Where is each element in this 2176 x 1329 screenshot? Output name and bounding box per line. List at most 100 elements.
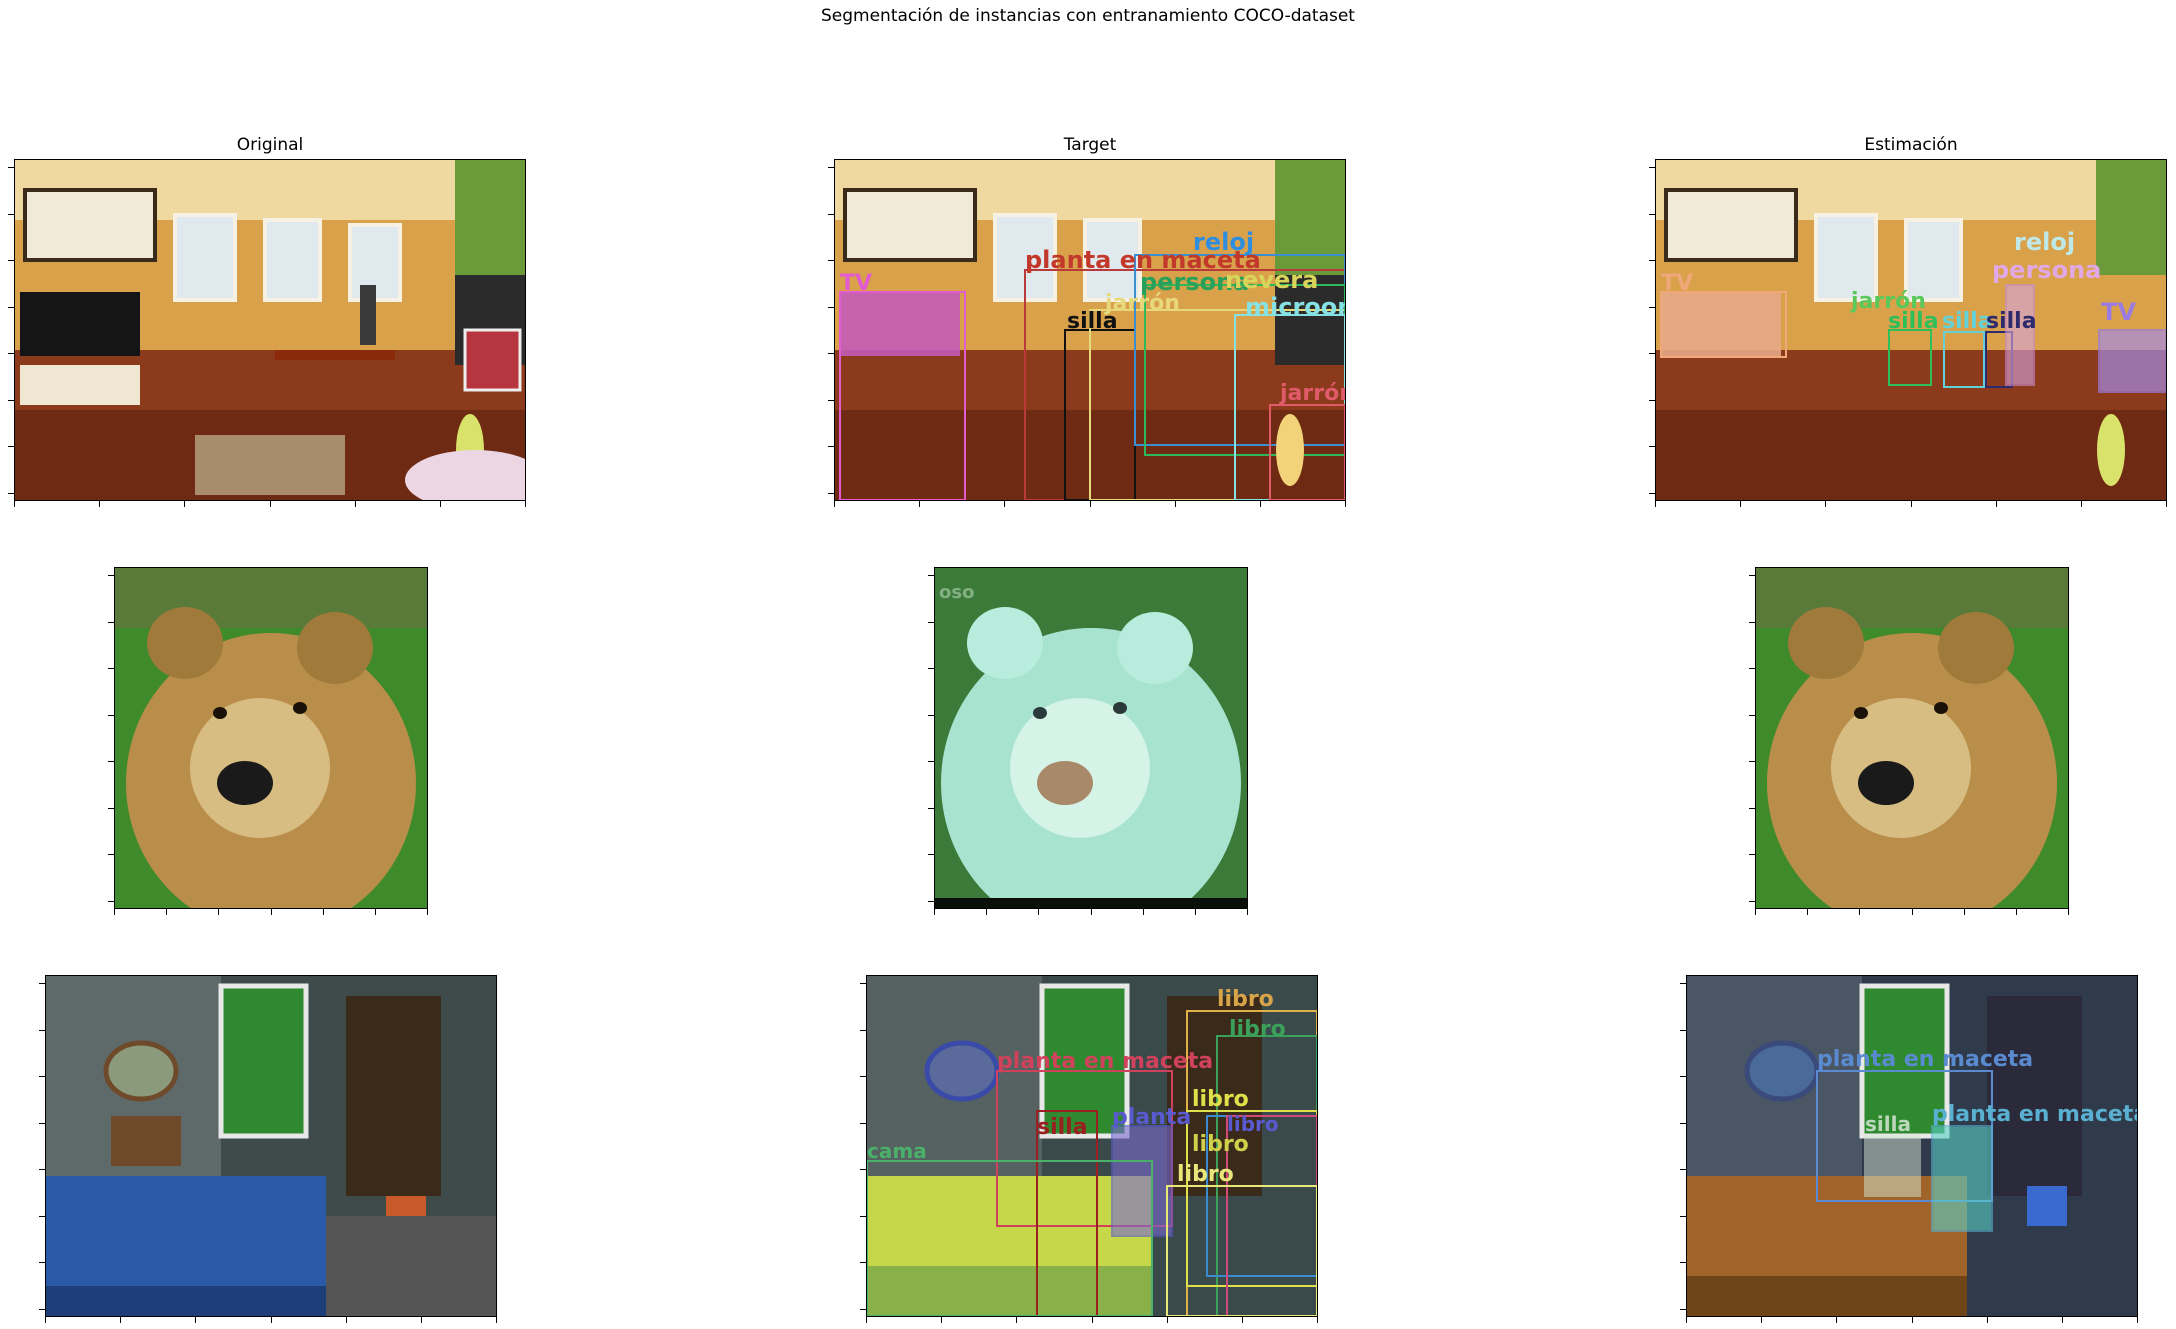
x-tick — [2080, 501, 2082, 507]
y-tick — [1680, 1029, 1686, 1031]
living-room-image — [15, 160, 525, 500]
y-tick — [8, 213, 14, 215]
x-tick — [14, 501, 15, 507]
est-label-silla-2: silla — [1942, 309, 1993, 334]
y-tick — [1649, 306, 1655, 308]
figure: Segmentación de instancias con entranami… — [0, 0, 2176, 1329]
target-label-tv: TV — [840, 271, 872, 296]
x-tick — [114, 909, 115, 915]
x-tick — [934, 909, 935, 915]
y-tick — [1649, 213, 1655, 215]
y-tick — [928, 668, 934, 670]
x-tick — [195, 1317, 197, 1323]
x-tick — [1247, 909, 1248, 915]
x-tick — [1911, 909, 1913, 915]
x-tick — [1686, 1317, 1687, 1323]
x-tick — [1142, 909, 1144, 915]
y-tick — [8, 167, 14, 168]
x-tick — [1807, 909, 1809, 915]
target-label-silla: silla — [1037, 1115, 1088, 1140]
panel-original-bedroom — [45, 975, 497, 1317]
bear-image — [115, 568, 427, 908]
y-tick — [828, 446, 834, 448]
bedroom-target: libro libro planta en maceta libro silla… — [867, 976, 1317, 1316]
target-label-oso: oso — [939, 582, 974, 603]
x-tick — [1755, 909, 1756, 915]
y-tick — [8, 493, 14, 494]
y-tick — [39, 1215, 45, 1217]
target-label-silla: silla — [1067, 309, 1118, 334]
target-label-nevera: nevera — [1225, 266, 1318, 294]
column-title-original: Original — [236, 135, 304, 155]
x-tick — [420, 1317, 422, 1323]
panel-estimacion-bear — [1755, 567, 2069, 909]
x-tick — [1174, 501, 1176, 507]
living-room-target: TV planta en maceta reloj persona nevera… — [835, 160, 1345, 500]
x-tick — [1004, 501, 1006, 507]
panel-target-bedroom: libro libro planta en maceta libro silla… — [866, 975, 1318, 1317]
y-tick — [39, 1262, 45, 1264]
target-label-libro-1: libro — [1217, 987, 1274, 1012]
x-tick — [1740, 501, 1742, 507]
x-tick — [525, 501, 526, 507]
y-tick — [1749, 714, 1755, 716]
panel-estimacion-bedroom: planta en maceta silla planta en maceta — [1686, 975, 2138, 1317]
y-tick — [108, 668, 114, 670]
x-tick — [354, 501, 356, 507]
x-tick — [1317, 1317, 1318, 1323]
target-label-jarron-2: jarrón — [1279, 381, 1345, 406]
y-tick — [860, 1262, 866, 1264]
y-tick — [928, 714, 934, 716]
est-label-planta-2: planta en maceta — [1932, 1102, 2137, 1127]
y-tick — [928, 621, 934, 623]
y-tick — [1680, 1122, 1686, 1124]
y-tick — [1680, 1309, 1686, 1310]
y-tick — [860, 1122, 866, 1124]
bear-estimacion — [1756, 568, 2068, 908]
y-tick — [39, 1309, 45, 1310]
y-tick — [928, 807, 934, 809]
y-tick — [108, 714, 114, 716]
y-tick — [1749, 761, 1755, 763]
panel-target-living-room: TV planta en maceta reloj persona nevera… — [834, 159, 1346, 501]
y-tick — [1680, 1076, 1686, 1078]
y-tick — [928, 854, 934, 856]
y-tick — [1749, 901, 1755, 902]
x-tick — [374, 909, 376, 915]
x-tick — [322, 909, 324, 915]
x-tick — [941, 1317, 943, 1323]
x-tick — [166, 909, 168, 915]
y-tick — [108, 807, 114, 809]
x-tick — [834, 501, 835, 507]
y-tick — [828, 493, 834, 494]
x-tick — [1259, 501, 1261, 507]
y-tick — [8, 306, 14, 308]
x-tick — [1655, 501, 1656, 507]
y-tick — [1749, 668, 1755, 670]
y-tick — [860, 983, 866, 984]
y-tick — [828, 213, 834, 215]
y-tick — [8, 260, 14, 262]
x-tick — [218, 909, 220, 915]
figure-suptitle: Segmentación de instancias con entranami… — [821, 6, 1355, 26]
x-tick — [270, 1317, 272, 1323]
est-label-persona: persona — [1992, 256, 2101, 284]
est-label-reloj: reloj — [2014, 228, 2075, 256]
target-label-planta: planta en maceta — [997, 1049, 1213, 1074]
y-tick — [828, 306, 834, 308]
x-tick — [439, 501, 441, 507]
x-tick — [270, 909, 272, 915]
x-tick — [1090, 909, 1092, 915]
y-tick — [108, 621, 114, 623]
y-tick — [1649, 446, 1655, 448]
y-tick — [860, 1076, 866, 1078]
y-tick — [8, 399, 14, 401]
bear-target: oso — [935, 568, 1247, 908]
panel-target-bear: oso — [934, 567, 1248, 909]
x-tick — [986, 909, 988, 915]
y-tick — [39, 1076, 45, 1078]
x-tick — [1910, 501, 1912, 507]
x-tick — [1761, 1317, 1763, 1323]
y-tick — [828, 353, 834, 355]
y-tick — [860, 1169, 866, 1171]
